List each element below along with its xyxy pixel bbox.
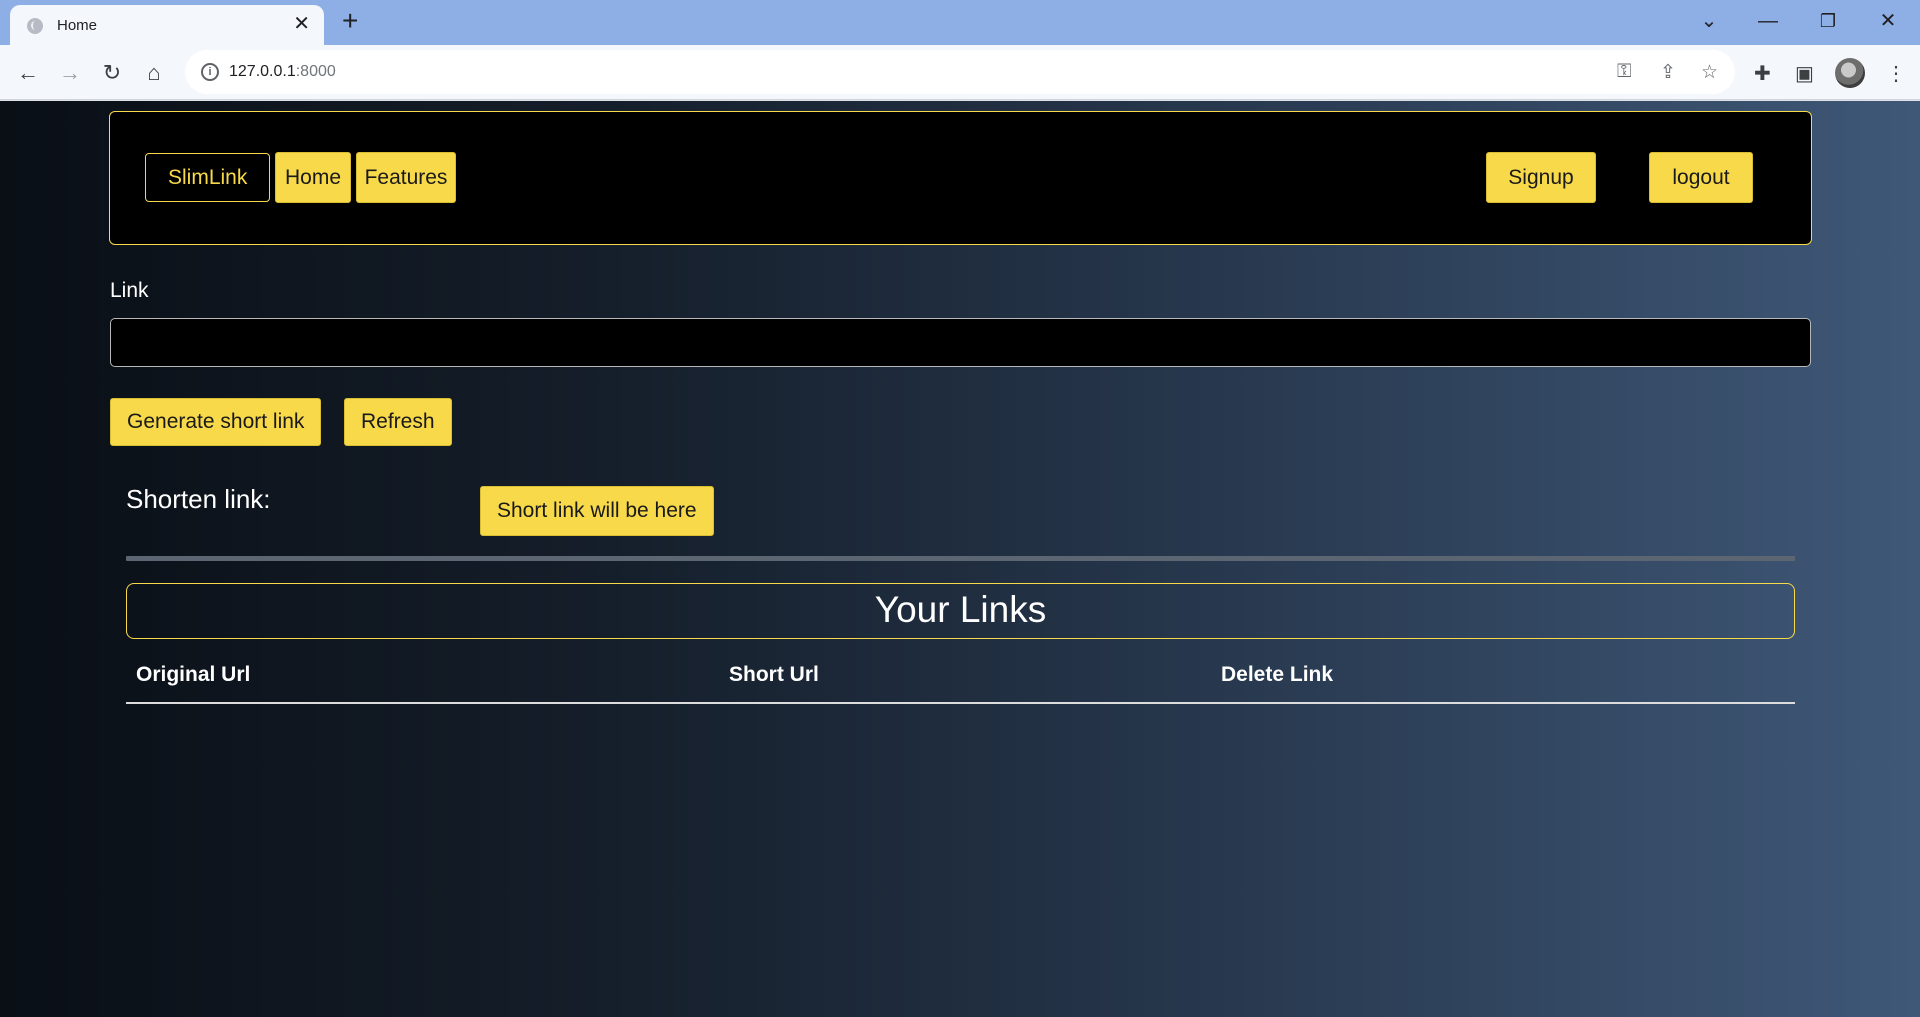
extensions-icon[interactable]: ✚ — [1754, 61, 1771, 86]
back-icon[interactable]: ← — [11, 56, 45, 90]
link-input[interactable] — [110, 318, 1811, 367]
column-header-delete-link: Delete Link — [1221, 663, 1334, 686]
shorten-link-label: Shorten link: — [126, 484, 271, 514]
browser-titlebar: Home ✕ + ⌄ — ❐ ✕ — [0, 0, 1920, 45]
link-label: Link — [110, 279, 149, 302]
your-links-heading: Your Links — [126, 583, 1795, 639]
close-window-icon[interactable]: ✕ — [1873, 6, 1903, 36]
restore-icon[interactable]: ❐ — [1813, 6, 1843, 36]
nav-home-button[interactable]: Home — [275, 152, 351, 203]
short-link-result-button[interactable]: Short link will be here — [480, 486, 714, 536]
share-icon[interactable]: ⇪ — [1660, 61, 1676, 84]
side-panel-icon[interactable]: ▣ — [1795, 61, 1814, 86]
section-divider — [126, 556, 1795, 561]
key-icon[interactable]: ⚿ — [1617, 61, 1631, 83]
info-icon[interactable]: i — [201, 63, 219, 81]
table-header-border — [126, 702, 1795, 704]
profile-avatar[interactable] — [1835, 58, 1865, 88]
site-navbar: SlimLink Home Features Signup logout — [109, 111, 1812, 245]
page-viewport: SlimLink Home Features Signup logout Lin… — [0, 101, 1920, 1017]
forward-icon[interactable]: → — [53, 56, 87, 90]
generate-short-link-button[interactable]: Generate short link — [110, 398, 322, 446]
browser-tab[interactable]: Home ✕ — [10, 5, 324, 45]
new-tab-icon[interactable]: + — [342, 6, 358, 36]
column-header-original-url: Original Url — [136, 663, 251, 686]
brand-link[interactable]: SlimLink — [145, 153, 271, 202]
browser-toolbar: ← → ↻ ⌂ i 127.0.0.1:8000 ⚿ ⇪ ☆ ✚ ▣ ⋮ — [0, 45, 1920, 100]
column-header-short-url: Short Url — [729, 663, 819, 686]
logout-button[interactable]: logout — [1649, 152, 1753, 203]
url-text: 127.0.0.1:8000 — [229, 63, 336, 80]
nav-features-button[interactable]: Features — [356, 152, 456, 203]
signup-button[interactable]: Signup — [1486, 152, 1596, 203]
address-bar[interactable]: i 127.0.0.1:8000 ⚿ ⇪ ☆ — [185, 50, 1735, 94]
reload-icon[interactable]: ↻ — [95, 56, 129, 90]
globe-icon — [27, 18, 43, 34]
home-icon[interactable]: ⌂ — [137, 56, 171, 90]
star-icon[interactable]: ☆ — [1701, 61, 1718, 84]
tab-search-icon[interactable]: ⌄ — [1694, 6, 1724, 36]
refresh-button[interactable]: Refresh — [344, 398, 452, 446]
menu-icon[interactable]: ⋮ — [1886, 61, 1906, 86]
minimize-icon[interactable]: — — [1753, 6, 1783, 36]
tab-title: Home — [57, 17, 98, 34]
tab-close-icon[interactable]: ✕ — [293, 14, 310, 34]
